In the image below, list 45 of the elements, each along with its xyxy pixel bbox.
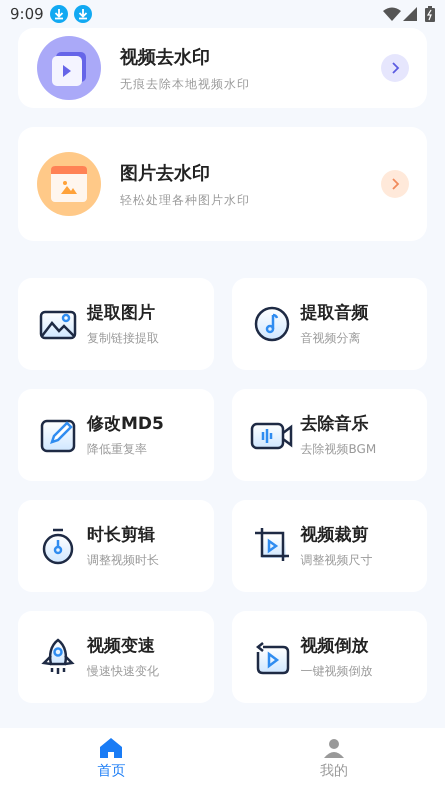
tool-subtitle: 调整视频时长 [87, 552, 159, 570]
tool-title: 去除音乐 [300, 412, 370, 436]
tool-card[interactable]: 时长剪辑 调整视频时长 [18, 500, 214, 592]
tool-subtitle: 去除视频BGM [300, 441, 376, 458]
feature-title: 图片去水印 [120, 162, 211, 186]
tool-title: 视频裁剪 [300, 524, 370, 547]
download-icon [50, 5, 68, 23]
tool-subtitle: 慢速快速变化 [87, 663, 159, 680]
feature-subtitle: 轻松处理各种图片水印 [120, 192, 251, 208]
tool-title: 视频变速 [87, 634, 156, 658]
tool-card[interactable]: 修改MD5 降低重复率 [18, 389, 214, 481]
tool-title: 提取图片 [87, 302, 156, 325]
arrow-button[interactable] [381, 170, 409, 198]
tool-card[interactable]: 视频倒放 一键视频倒放 [232, 611, 427, 703]
feature-subtitle: 无痕去除本地视频水印 [120, 76, 251, 92]
rocket-icon [39, 638, 77, 676]
tool-title: 提取音频 [300, 302, 368, 325]
feature-card[interactable]: 图片去水印 轻松处理各种图片水印 [18, 127, 427, 241]
photo-frame-icon [37, 152, 101, 216]
music-note-icon [252, 305, 290, 343]
tool-title: 时长剪辑 [87, 524, 156, 547]
battery-icon [425, 6, 435, 22]
user-icon [322, 737, 345, 759]
feature-title: 视频去水印 [120, 46, 211, 70]
tool-card[interactable]: 去除音乐 去除视频BGM [232, 389, 427, 481]
download-icon [74, 5, 92, 23]
status-time: 9:09 [10, 4, 44, 25]
wifi-icon [383, 7, 401, 21]
tool-subtitle: 音视频分离 [300, 330, 362, 348]
home-icon [99, 737, 124, 759]
tool-subtitle: 降低重复率 [87, 441, 148, 458]
tool-card[interactable]: 视频变速 慢速快速变化 [18, 611, 214, 703]
tool-title: 视频倒放 [300, 634, 370, 658]
arrow-button[interactable] [381, 54, 409, 82]
video-play-icon [37, 36, 101, 100]
tool-subtitle: 复制链接提取 [87, 330, 159, 348]
tool-subtitle: 调整视频尺寸 [300, 552, 372, 570]
signal-icon [403, 7, 417, 21]
tool-card[interactable]: 提取音频 音视频分离 [232, 278, 427, 370]
nav-tab[interactable]: 首页 [0, 728, 222, 791]
tool-subtitle: 一键视频倒放 [300, 663, 372, 680]
tool-card[interactable]: 提取图片 复制链接提取 [18, 278, 214, 370]
feature-card[interactable]: 视频去水印 无痕去除本地视频水印 [18, 28, 427, 108]
tool-card[interactable]: 视频裁剪 调整视频尺寸 [232, 500, 427, 592]
tool-title: 修改MD5 [87, 412, 164, 436]
